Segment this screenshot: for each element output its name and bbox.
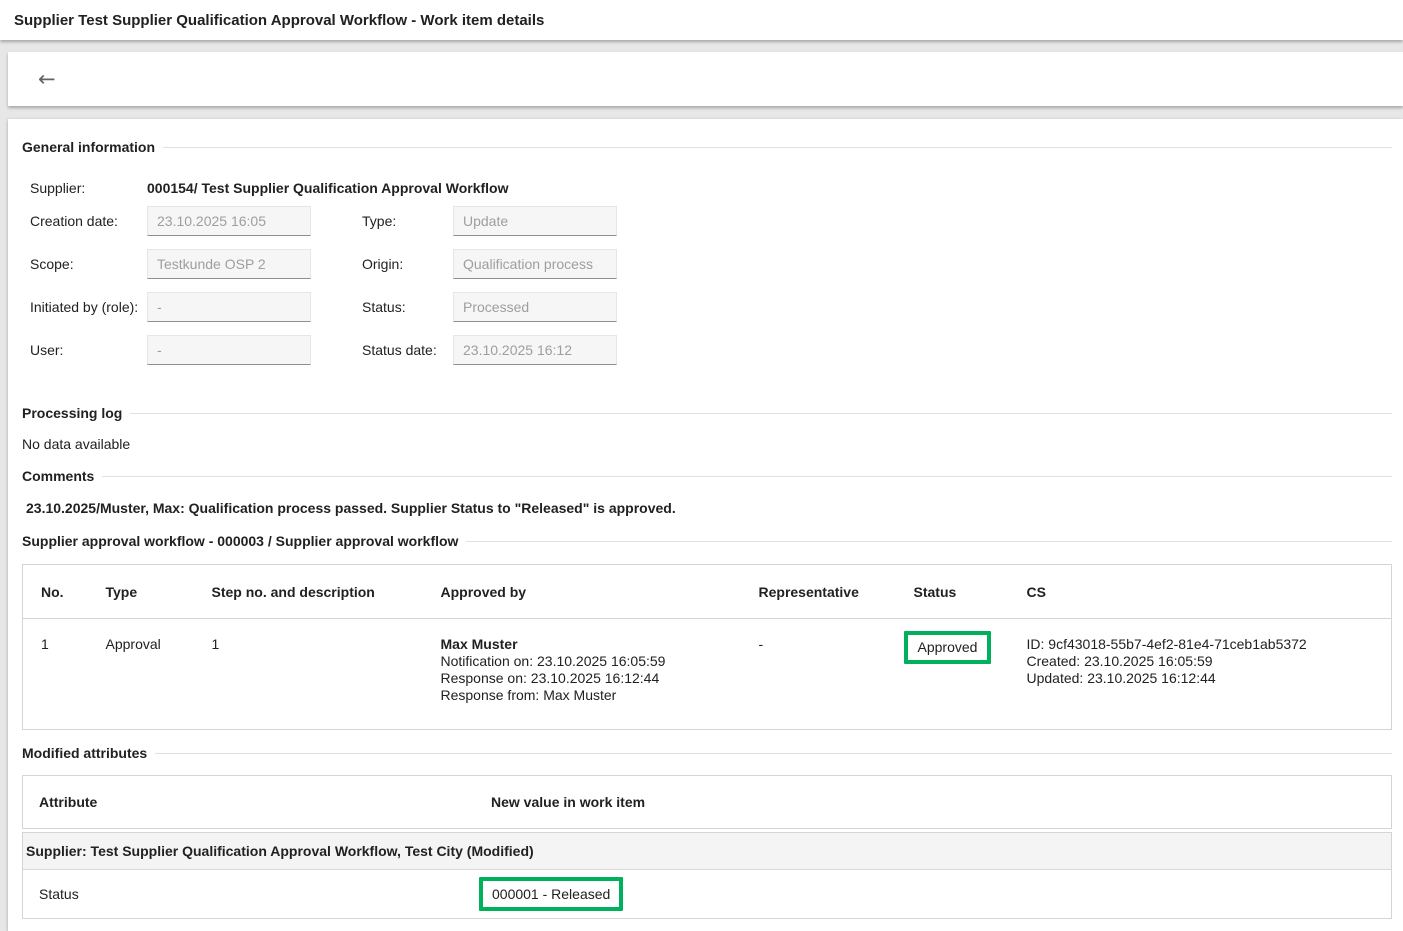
field-row: User: - Status date: 23.10.2025 16:12 bbox=[22, 335, 1392, 365]
new-value-highlight: 000001 - Released bbox=[479, 877, 623, 911]
status-badge: Approved bbox=[918, 639, 978, 655]
user-value: - bbox=[157, 342, 162, 358]
processing-log-empty-text: No data available bbox=[22, 436, 1392, 453]
creation-date-field[interactable]: 23.10.2025 16:05 bbox=[147, 206, 311, 236]
section-divider bbox=[466, 541, 1392, 542]
status-date-field[interactable]: 23.10.2025 16:12 bbox=[453, 335, 617, 365]
cell-status: Approved bbox=[896, 619, 1009, 730]
status-value: Processed bbox=[463, 299, 529, 315]
status-date-value: 23.10.2025 16:12 bbox=[463, 342, 572, 358]
approver-name: Max Muster bbox=[441, 636, 735, 653]
table-header-row: No. Type Step no. and description Approv… bbox=[23, 565, 1392, 619]
arrow-left-icon: ← bbox=[38, 67, 56, 91]
cell-step: 1 bbox=[194, 619, 423, 730]
section-modified-attributes: Modified attributes bbox=[22, 745, 1392, 762]
modified-attributes-header: Attribute New value in work item bbox=[22, 775, 1392, 829]
col-header-step: Step no. and description bbox=[194, 565, 423, 619]
field-row: Scope: Testkunde OSP 2 Origin: Qualifica… bbox=[22, 249, 1392, 279]
table-row: Status 000001 - Released bbox=[23, 870, 1391, 918]
table-row: 1 Approval 1 Max Muster Notification on:… bbox=[23, 619, 1392, 730]
section-divider bbox=[155, 753, 1392, 754]
col-header-new-value: New value in work item bbox=[491, 794, 1391, 810]
cs-created: Created: 23.10.2025 16:05:59 bbox=[1027, 653, 1386, 670]
section-general-information: General information bbox=[22, 139, 1392, 156]
status-date-label: Status date: bbox=[362, 342, 453, 358]
cell-cs: ID: 9cf43018-55b7-4ef2-81e4-71ceb1ab5372… bbox=[1009, 619, 1392, 730]
type-field[interactable]: Update bbox=[453, 206, 617, 236]
col-header-approved-by: Approved by bbox=[423, 565, 741, 619]
field-row: Initiated by (role): - Status: Processed bbox=[22, 292, 1392, 322]
field-row: Creation date: 23.10.2025 16:05 Type: Up… bbox=[22, 206, 1392, 236]
section-title: Comments bbox=[22, 468, 94, 485]
status-label: Status: bbox=[362, 299, 453, 315]
origin-label: Origin: bbox=[362, 256, 453, 272]
window-titlebar: Supplier Test Supplier Qualification App… bbox=[0, 0, 1403, 40]
supplier-row: Supplier: 000154/ Test Supplier Qualific… bbox=[22, 180, 1392, 197]
user-label: User: bbox=[22, 342, 147, 358]
origin-field[interactable]: Qualification process bbox=[453, 249, 617, 279]
section-approval-workflow: Supplier approval workflow - 000003 / Su… bbox=[22, 533, 1392, 550]
type-label: Type: bbox=[362, 213, 453, 229]
scope-field[interactable]: Testkunde OSP 2 bbox=[147, 249, 311, 279]
initiated-by-role-label: Initiated by (role): bbox=[22, 299, 147, 315]
col-header-attribute: Attribute bbox=[23, 794, 491, 810]
toolbar: ← bbox=[8, 52, 1403, 106]
col-header-no: No. bbox=[23, 565, 88, 619]
creation-date-label: Creation date: bbox=[22, 213, 147, 229]
approval-workflow-table: No. Type Step no. and description Approv… bbox=[22, 564, 1392, 730]
cell-approved-by: Max Muster Notification on: 23.10.2025 1… bbox=[423, 619, 741, 730]
cell-no: 1 bbox=[23, 619, 88, 730]
col-header-cs: CS bbox=[1009, 565, 1392, 619]
cs-id: ID: 9cf43018-55b7-4ef2-81e4-71ceb1ab5372 bbox=[1027, 636, 1386, 653]
origin-value: Qualification process bbox=[463, 256, 593, 272]
scope-value: Testkunde OSP 2 bbox=[157, 256, 266, 272]
supplier-label: Supplier: bbox=[22, 180, 147, 197]
section-divider bbox=[130, 413, 1392, 414]
cell-representative: - bbox=[741, 619, 896, 730]
new-value-text: 000001 - Released bbox=[492, 886, 610, 902]
col-header-representative: Representative bbox=[741, 565, 896, 619]
status-field[interactable]: Processed bbox=[453, 292, 617, 322]
status-highlight: Approved bbox=[904, 631, 992, 664]
response-from: Response from: Max Muster bbox=[441, 687, 735, 704]
modified-attributes-body: Supplier: Test Supplier Qualification Ap… bbox=[22, 832, 1392, 919]
supplier-value: 000154/ Test Supplier Qualification Appr… bbox=[147, 180, 509, 197]
section-title: Processing log bbox=[22, 405, 122, 422]
cell-type: Approval bbox=[88, 619, 194, 730]
cell-new-value: 000001 - Released bbox=[491, 877, 1391, 911]
cell-attribute: Status bbox=[23, 886, 491, 902]
initiated-by-role-field[interactable]: - bbox=[147, 292, 311, 322]
col-header-type: Type bbox=[88, 565, 194, 619]
type-value: Update bbox=[463, 213, 508, 229]
comment-entry: 23.10.2025/Muster, Max: Qualification pr… bbox=[22, 500, 1392, 517]
section-processing-log: Processing log bbox=[22, 405, 1392, 422]
section-divider bbox=[102, 476, 1392, 477]
user-field[interactable]: - bbox=[147, 335, 311, 365]
initiated-by-role-value: - bbox=[157, 299, 162, 315]
notification-on: Notification on: 23.10.2025 16:05:59 bbox=[441, 653, 735, 670]
attribute-group-header: Supplier: Test Supplier Qualification Ap… bbox=[23, 833, 1391, 870]
section-divider bbox=[163, 147, 1392, 148]
section-comments: Comments bbox=[22, 468, 1392, 485]
section-title: Supplier approval workflow - 000003 / Su… bbox=[22, 533, 458, 550]
scope-label: Scope: bbox=[22, 256, 147, 272]
col-header-status: Status bbox=[896, 565, 1009, 619]
work-item-details-card: General information Supplier: 000154/ Te… bbox=[8, 119, 1403, 931]
page-title: Supplier Test Supplier Qualification App… bbox=[14, 12, 544, 29]
creation-date-value: 23.10.2025 16:05 bbox=[157, 213, 266, 229]
back-button[interactable]: ← bbox=[30, 65, 64, 94]
cs-updated: Updated: 23.10.2025 16:12:44 bbox=[1027, 670, 1386, 687]
section-title: General information bbox=[22, 139, 155, 156]
response-on: Response on: 23.10.2025 16:12:44 bbox=[441, 670, 735, 687]
section-title: Modified attributes bbox=[22, 745, 147, 762]
